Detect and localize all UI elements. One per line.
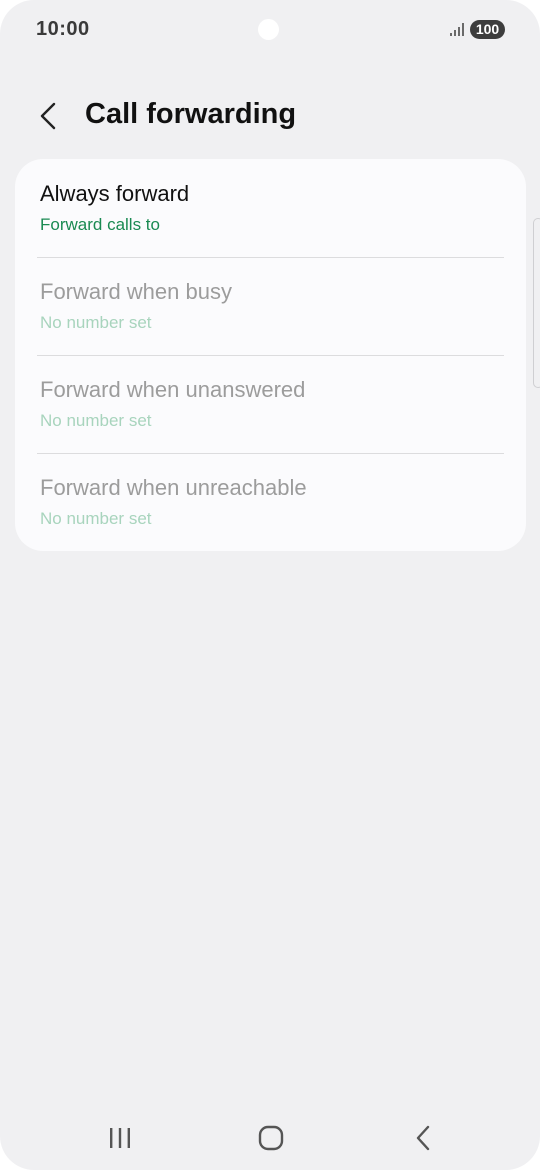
option-subtitle: Forward calls to <box>40 215 160 234</box>
recent-apps-button[interactable] <box>100 1118 140 1158</box>
back-arrow-icon <box>40 102 56 130</box>
option-forward-when-unanswered[interactable]: Forward when unanswered No number set <box>15 355 526 453</box>
option-subtitle: No number set <box>40 313 152 332</box>
front-camera <box>258 19 279 40</box>
forwarding-options-card: Always forward Forward calls to Forward … <box>15 159 526 551</box>
navigation-bar <box>0 1100 540 1170</box>
option-forward-when-unreachable[interactable]: Forward when unreachable No number set <box>15 453 526 551</box>
phone-screen: 10:00 100 Call forwarding Always forward… <box>0 0 540 1170</box>
edge-panel-handle[interactable] <box>533 218 540 388</box>
battery-icon: 100 <box>470 20 505 39</box>
header: Call forwarding <box>0 80 540 150</box>
option-title: Forward when busy <box>40 279 232 304</box>
status-bar: 10:00 100 <box>0 0 540 58</box>
option-subtitle: No number set <box>40 509 152 528</box>
option-title: Forward when unanswered <box>40 377 306 402</box>
option-always-forward[interactable]: Always forward Forward calls to <box>15 159 526 257</box>
signal-icon <box>450 23 464 36</box>
option-subtitle: No number set <box>40 411 152 430</box>
option-title: Always forward <box>40 181 190 206</box>
back-button[interactable] <box>28 96 68 136</box>
page-title: Call forwarding <box>85 98 297 130</box>
option-title: Forward when unreachable <box>40 475 307 500</box>
home-icon <box>258 1125 284 1151</box>
recent-apps-icon <box>110 1128 130 1148</box>
back-icon <box>416 1125 430 1151</box>
option-forward-when-busy[interactable]: Forward when busy No number set <box>15 257 526 355</box>
home-button[interactable] <box>251 1118 291 1158</box>
status-time: 10:00 <box>36 18 90 40</box>
nav-back-button[interactable] <box>403 1118 443 1158</box>
